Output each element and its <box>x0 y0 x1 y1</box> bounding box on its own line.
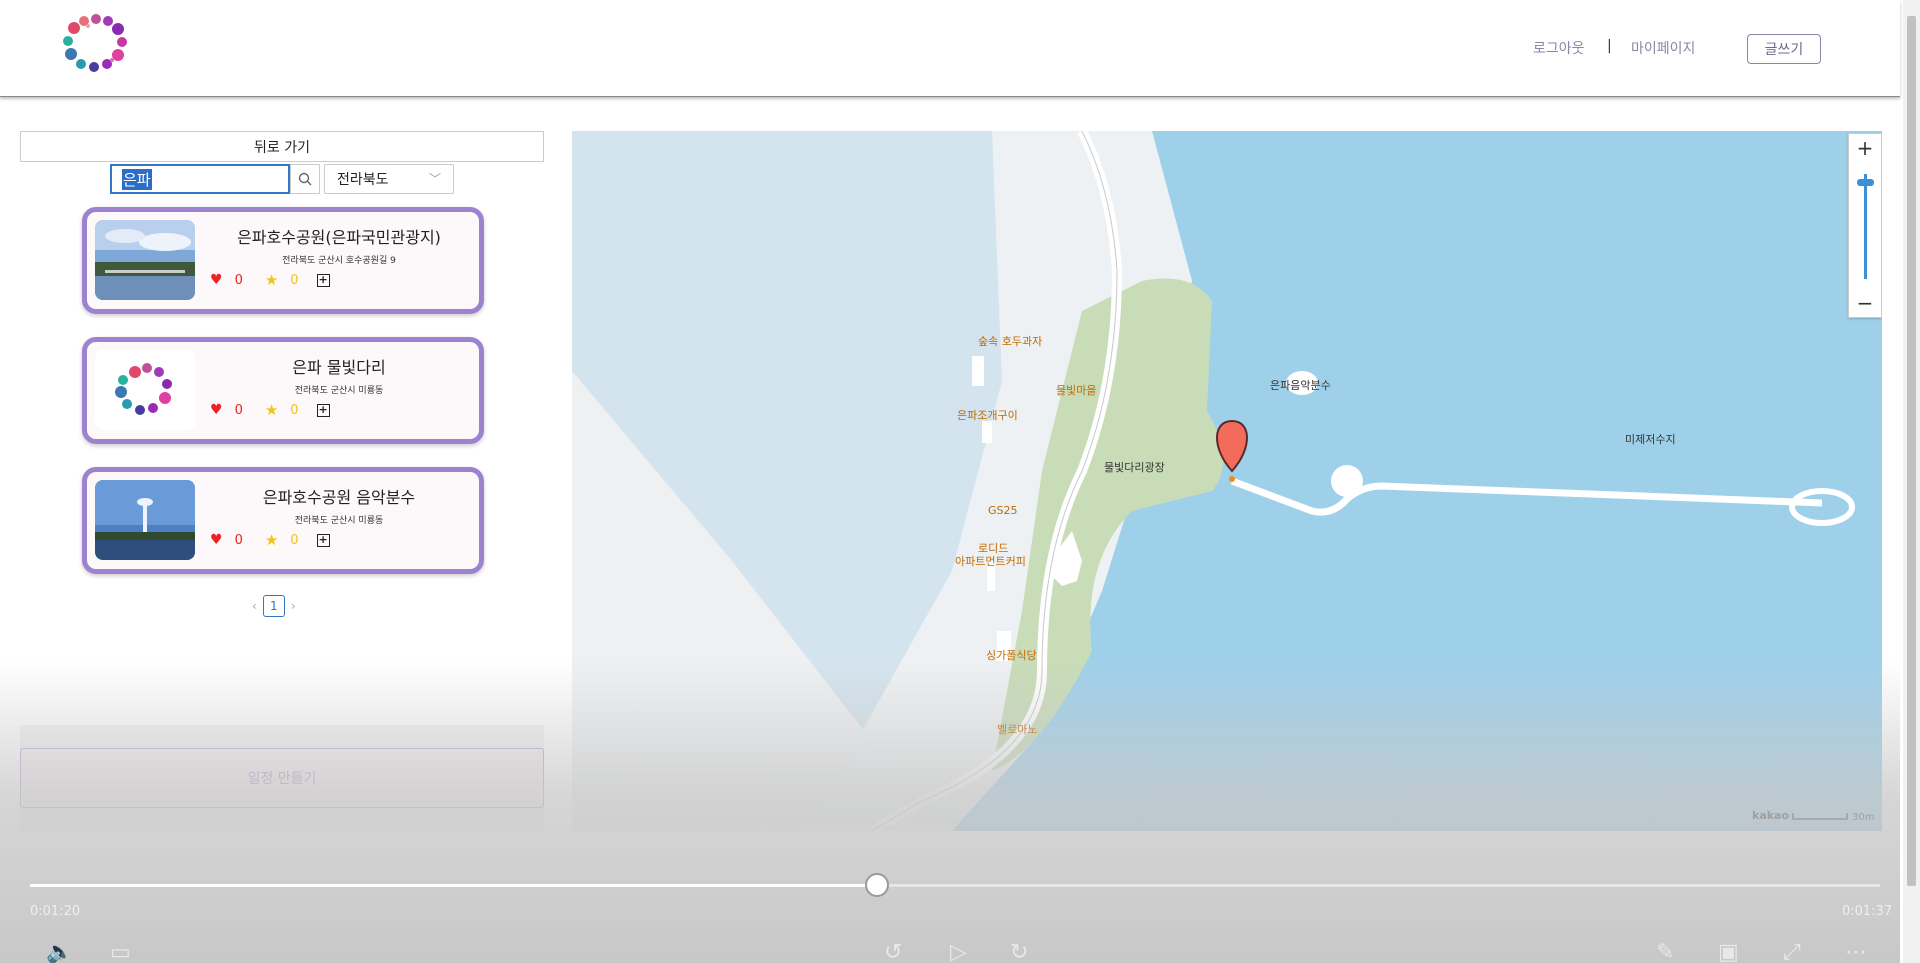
place-thumbnail <box>95 350 195 430</box>
favorite-count: 0 <box>290 272 299 288</box>
current-time: 0:01:20 <box>30 904 81 919</box>
like-count: 0 <box>234 272 243 288</box>
volume-icon[interactable]: 🔈 <box>46 940 73 963</box>
scrollbar-thumb[interactable] <box>1907 16 1916 886</box>
map-view[interactable]: 물빛다리광장 은파음악분수 미제저수지 숲속 호두과자 물빛마을 은파조개구이 … <box>572 131 1882 831</box>
place-card[interactable]: 은파 물빛다리 전라북도 군산시 미룡동 ♥ 0 ★ 0 + <box>82 337 484 444</box>
place-thumbnail <box>95 480 195 560</box>
zoom-slider-handle[interactable] <box>1857 179 1874 186</box>
prev-page-icon[interactable]: ‹ <box>252 599 257 613</box>
logout-link[interactable]: 로그아웃 <box>1533 38 1585 58</box>
rewind-icon[interactable]: ↺ <box>884 940 902 963</box>
more-icon[interactable]: ⋯ <box>1845 940 1867 963</box>
like-count: 0 <box>234 402 243 418</box>
place-address: 전라북도 군산시 미룡동 <box>294 516 384 526</box>
search-input-value: 은파 <box>122 168 152 190</box>
search-panel: 뒤로 가기 은파 전라북도 ﹀ 은파호수공원(은파국민관광지) 전라북도 군산시… <box>20 131 544 831</box>
search-input[interactable]: 은파 <box>110 164 290 194</box>
zoom-in-button[interactable]: + <box>1849 134 1881 162</box>
favorite-count: 0 <box>290 402 299 418</box>
back-button[interactable]: 뒤로 가기 <box>20 131 544 162</box>
map-label: 미제저수지 <box>1625 433 1676 446</box>
forward-icon[interactable]: ↻ <box>1010 940 1028 963</box>
add-icon[interactable]: + <box>316 273 330 287</box>
search-button[interactable] <box>290 164 320 194</box>
heart-icon[interactable]: ♥ <box>210 532 223 548</box>
page-number[interactable]: 1 <box>262 595 285 617</box>
place-stats: ♥ 0 ★ 0 + <box>210 531 330 549</box>
seek-progress <box>30 884 877 887</box>
place-title: 은파호수공원 음악분수 <box>262 488 416 507</box>
place-title: 은파호수공원(은파국민관광지) <box>237 228 441 247</box>
poi-label: 숲속 호두과자 <box>978 335 1043 348</box>
total-time: 0:01:37 <box>1842 904 1893 919</box>
favorite-count: 0 <box>290 532 299 548</box>
edit-icon[interactable]: ✎ <box>1656 940 1674 963</box>
place-card[interactable]: 은파호수공원(은파국민관광지) 전라북도 군산시 호수공원길 9 ♥ 0 ★ 0… <box>82 207 484 314</box>
page-scrollbar[interactable] <box>1903 0 1920 963</box>
star-icon[interactable]: ★ <box>265 401 278 419</box>
place-thumbnail <box>95 220 195 300</box>
star-icon[interactable]: ★ <box>265 271 278 289</box>
heart-icon[interactable]: ♥ <box>210 402 223 418</box>
zoom-control: + − <box>1848 133 1882 318</box>
add-icon[interactable]: + <box>316 403 330 417</box>
map-canvas <box>572 131 1882 831</box>
like-count: 0 <box>234 532 243 548</box>
seek-handle[interactable] <box>865 873 889 897</box>
poi-label: 싱가폴식당 <box>986 649 1037 662</box>
captions-icon[interactable]: ▭ <box>110 940 131 963</box>
region-select-value: 전라북도 <box>337 172 389 188</box>
zoom-slider-track[interactable] <box>1864 174 1867 279</box>
place-card[interactable]: 은파호수공원 음악분수 전라북도 군산시 미룡동 ♥ 0 ★ 0 + <box>82 467 484 574</box>
place-title: 은파 물빛다리 <box>292 358 386 377</box>
add-icon[interactable]: + <box>316 533 330 547</box>
chevron-down-icon: ﹀ <box>428 172 441 186</box>
map-brand: kakao <box>1752 809 1790 822</box>
map-label: 물빛다리광장 <box>1104 461 1165 474</box>
region-select[interactable]: 전라북도 ﹀ <box>324 164 454 194</box>
play-icon[interactable]: ▷ <box>950 940 967 963</box>
map-scale-label: 30m <box>1852 812 1875 823</box>
site-header: 로그아웃 | 마이페이지 글쓰기 <box>0 0 1900 97</box>
place-address: 전라북도 군산시 호수공원길 9 <box>282 256 396 266</box>
poi-label: GS25 <box>988 504 1018 517</box>
star-icon[interactable]: ★ <box>265 531 278 549</box>
place-stats: ♥ 0 ★ 0 + <box>210 401 330 419</box>
map-label: 은파음악분수 <box>1270 379 1331 392</box>
poi-label: 은파조개구이 <box>957 409 1018 422</box>
heart-icon[interactable]: ♥ <box>210 272 223 288</box>
search-icon <box>298 172 312 186</box>
map-scale-bar <box>1792 813 1848 820</box>
fullscreen-icon[interactable]: ⤢ <box>1783 940 1801 963</box>
poi-label: 벨로마노 <box>997 723 1038 736</box>
poi-label: 물빛마을 <box>1056 384 1097 397</box>
mypage-link[interactable]: 마이페이지 <box>1631 38 1695 58</box>
next-page-icon[interactable]: › <box>291 599 296 613</box>
pip-icon[interactable]: ▣ <box>1718 940 1739 963</box>
place-stats: ♥ 0 ★ 0 + <box>210 271 330 289</box>
zoom-out-button[interactable]: − <box>1849 289 1881 317</box>
pagination: ‹ 1 › <box>252 595 296 617</box>
write-button[interactable]: 글쓰기 <box>1747 34 1821 64</box>
site-logo[interactable] <box>62 12 132 74</box>
nav-separator: | <box>1607 38 1612 54</box>
create-plan-button[interactable]: 일정 만들기 <box>20 748 544 808</box>
poi-label: 아파트먼트커피 <box>955 555 1026 568</box>
place-address: 전라북도 군산시 미룡동 <box>294 386 384 396</box>
